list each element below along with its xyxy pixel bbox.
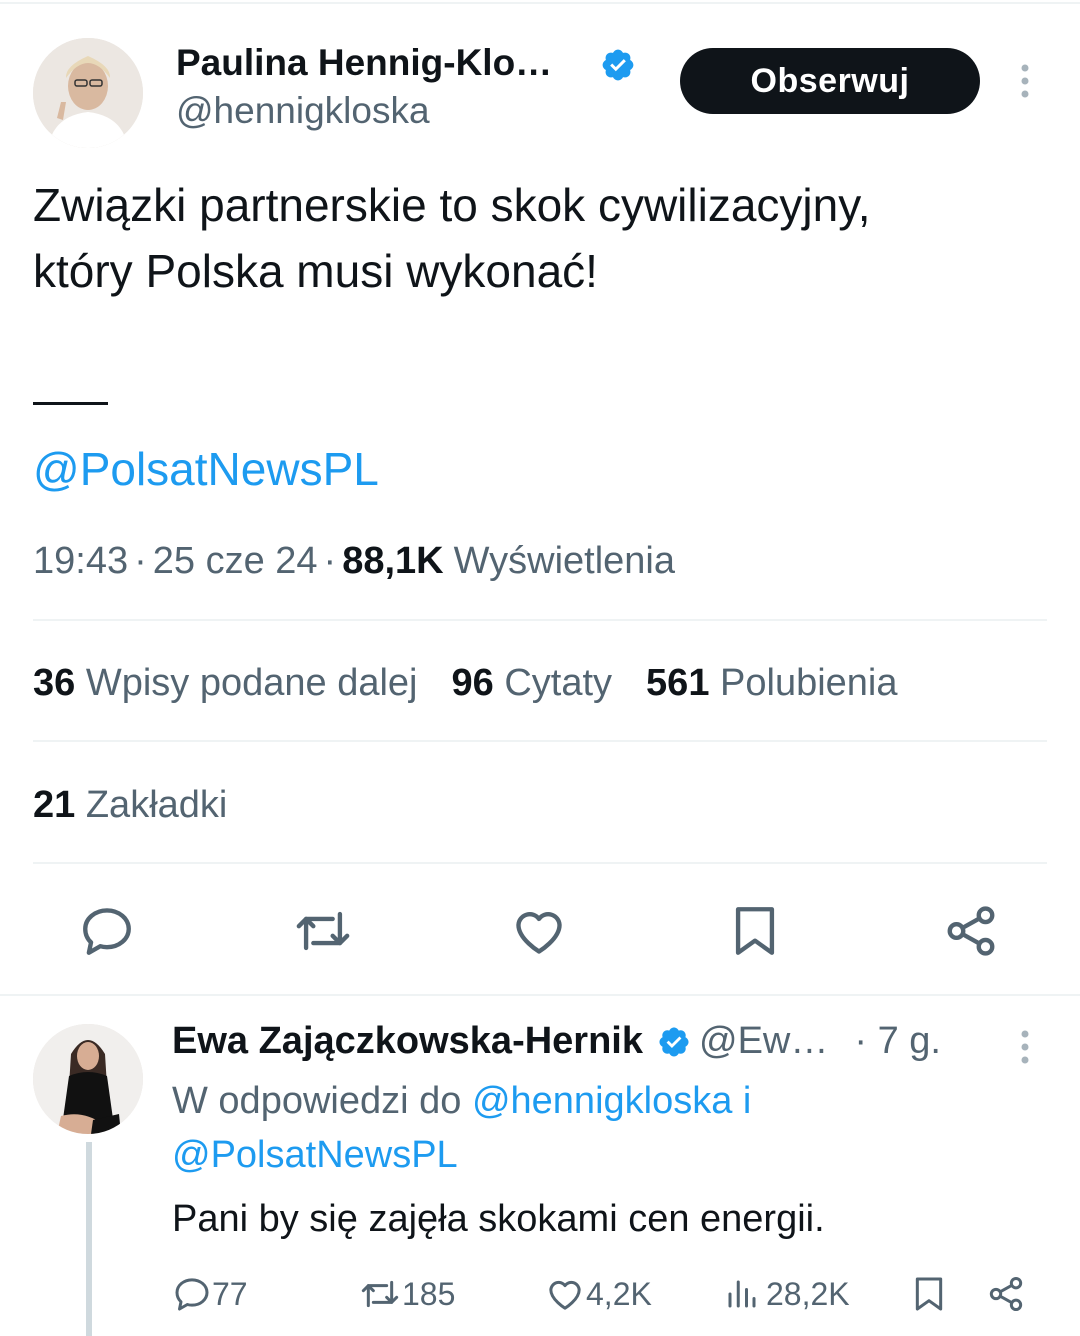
more-options-icon[interactable] xyxy=(1012,62,1038,105)
retweets-count: 36 xyxy=(33,662,76,704)
quotes-stat[interactable]: 96 Cytaty xyxy=(452,662,613,705)
bookmark-icon[interactable] xyxy=(726,902,784,960)
in-reply-prefix: W odpowiedzi do xyxy=(172,1080,462,1122)
retweets-label: Wpisy podane dalej xyxy=(85,662,418,704)
retweets-stat[interactable]: 36 Wpisy podane dalej xyxy=(33,662,418,705)
reply-to-conjunction: i xyxy=(742,1080,752,1122)
reply-replies-button[interactable]: 77 xyxy=(172,1274,248,1314)
reply-replies-count: 77 xyxy=(212,1275,248,1312)
section-divider xyxy=(0,994,1080,996)
tweet-separator xyxy=(33,402,108,405)
reply-text: Pani by się zajęła skokami cen energii. xyxy=(172,1198,825,1240)
reply-icon[interactable] xyxy=(78,902,136,960)
reply-time[interactable]: · 7 g. xyxy=(854,1020,941,1063)
reply-retweet-icon xyxy=(358,1274,402,1314)
reply-header: Ewa Zajączkowska-Hernik @Ew… · 7 g. xyxy=(172,1020,941,1063)
top-divider xyxy=(0,2,1080,4)
meta-dot: · xyxy=(134,540,147,582)
views-count: 88,1K xyxy=(342,540,444,582)
divider xyxy=(33,619,1047,621)
tweet-text-line-2: który Polska musi wykonać! xyxy=(33,245,598,297)
reply-author-avatar[interactable] xyxy=(33,1024,143,1134)
verified-badge-icon xyxy=(600,47,636,88)
avatar-portrait-icon xyxy=(33,1024,143,1134)
reply-retweets-count: 185 xyxy=(402,1275,456,1312)
reply-views-icon xyxy=(724,1274,760,1314)
stats-row: 36 Wpisy podane dalej 96 Cytaty 561 Polu… xyxy=(33,662,898,705)
in-reply-to: W odpowiedzi do @hennigkloska i xyxy=(172,1080,751,1123)
follow-button[interactable]: Obserwuj xyxy=(680,48,980,114)
tweet-mention[interactable]: @PolsatNewsPL xyxy=(33,442,379,496)
reply-author-name[interactable]: Ewa Zajączkowska-Hernik xyxy=(172,1020,643,1063)
quotes-count: 96 xyxy=(451,662,494,704)
meta-dot: · xyxy=(323,540,337,582)
reply-more-options-icon[interactable] xyxy=(1012,1028,1038,1071)
retweet-icon[interactable] xyxy=(292,902,354,960)
divider xyxy=(33,862,1047,864)
share-icon[interactable] xyxy=(942,902,1000,960)
author-avatar[interactable] xyxy=(33,38,143,148)
reply-to-mention-2[interactable]: @PolsatNewsPL xyxy=(172,1134,458,1177)
author-handle[interactable]: @hennigkloska xyxy=(176,90,430,132)
reply-to-mention-1[interactable]: @hennigkloska xyxy=(472,1080,732,1122)
bookmarks-count: 21 xyxy=(33,784,76,826)
reply-views-count: 28,2K xyxy=(766,1275,850,1312)
reply-likes-count: 4,2K xyxy=(586,1275,652,1312)
thread-line xyxy=(86,1142,92,1336)
reply-verified-badge-icon xyxy=(657,1025,691,1059)
reply-comment-icon xyxy=(172,1274,212,1314)
reply-share-icon[interactable] xyxy=(986,1274,1026,1314)
reply-views-button[interactable]: 28,2K xyxy=(724,1274,850,1314)
reply-retweets-button[interactable]: 185 xyxy=(358,1274,455,1314)
avatar-portrait-icon xyxy=(33,38,143,148)
reply-bookmark-icon[interactable] xyxy=(908,1274,950,1314)
reply-like-icon xyxy=(544,1274,586,1314)
bookmarks-stat[interactable]: 21 Zakładki xyxy=(33,784,227,827)
quotes-label: Cytaty xyxy=(504,662,613,704)
bookmarks-label: Zakładki xyxy=(85,784,228,826)
divider xyxy=(33,740,1047,742)
reply-likes-button[interactable]: 4,2K xyxy=(544,1274,652,1314)
reply-author-handle[interactable]: @Ew… xyxy=(699,1020,828,1063)
likes-stat[interactable]: 561 Polubienia xyxy=(646,662,897,705)
tweet-date[interactable]: 25 cze 24 xyxy=(153,540,318,583)
tweet-meta: 19:43 · 25 cze 24 · 88,1K Wyświetlenia xyxy=(33,540,675,583)
likes-label: Polubienia xyxy=(720,662,898,704)
likes-count: 561 xyxy=(646,662,710,704)
like-icon[interactable] xyxy=(510,902,568,960)
tweet-time[interactable]: 19:43 xyxy=(33,540,128,583)
views-label: Wyświetlenia xyxy=(453,540,676,582)
author-name[interactable]: Paulina Hennig-Klo… xyxy=(176,42,552,84)
tweet-text-line-1: Związki partnerskie to skok cywilizacyjn… xyxy=(33,179,871,231)
